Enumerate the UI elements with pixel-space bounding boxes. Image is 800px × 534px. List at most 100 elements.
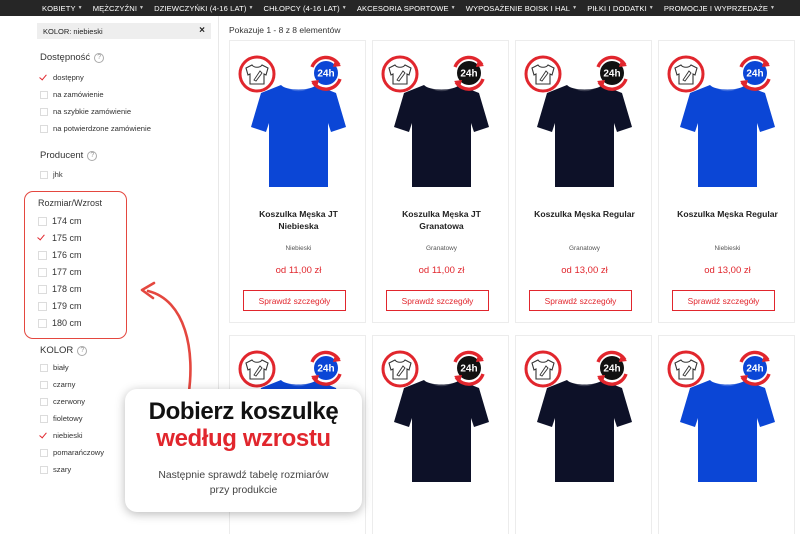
filter-option-label: pomarańczowy xyxy=(53,448,105,457)
callout-subtext-line-1: Następnie sprawdź tabelę rozmiarów xyxy=(158,470,329,481)
producer-title-text: Producent xyxy=(40,150,84,161)
checkbox-icon[interactable] xyxy=(40,107,48,116)
nav-item[interactable]: WYPOSAŻENIE BOISK I HAL ▼ xyxy=(466,4,577,13)
filter-option-label: szary xyxy=(53,465,72,474)
product-name[interactable]: Koszulka Męska Regular xyxy=(659,208,796,220)
delivery-24h-icon: 24h xyxy=(739,350,771,386)
checkbox-icon[interactable] xyxy=(38,267,47,277)
product-image[interactable]: 24h xyxy=(373,41,510,201)
checkbox-icon[interactable] xyxy=(40,170,48,179)
details-button[interactable]: Sprawdź szczegóły xyxy=(243,290,346,311)
filter-option[interactable]: na szybkie zamówienie xyxy=(40,107,131,116)
filter-option[interactable]: na potwierdzone zamówienie xyxy=(40,124,151,133)
product-name[interactable]: Koszulka Męska JT Granatowa xyxy=(373,208,510,232)
chevron-down-icon: ▼ xyxy=(77,5,83,11)
product-image[interactable]: 24h xyxy=(659,336,796,496)
filter-option[interactable]: pomarańczowy xyxy=(40,448,104,457)
filter-option[interactable]: niebieski xyxy=(40,431,83,440)
checkbox-icon[interactable] xyxy=(40,414,48,423)
product-card[interactable]: 24h xyxy=(515,335,652,534)
filter-option[interactable]: biały xyxy=(40,363,69,372)
filter-option[interactable]: czarny xyxy=(40,380,75,389)
filter-option[interactable]: jhk xyxy=(40,170,63,179)
product-card[interactable]: 24h Koszulka Męska Regular Niebieski od 13,… xyxy=(658,40,795,323)
filter-option[interactable]: 179 cm xyxy=(38,301,82,311)
nav-item[interactable]: DZIEWCZYŃKI (4-16 LAT) ▼ xyxy=(154,4,253,13)
checkbox-icon[interactable] xyxy=(40,380,48,389)
filter-option-label: fioletowy xyxy=(53,414,83,423)
filter-option[interactable]: szary xyxy=(40,465,71,474)
checkbox-checked-icon[interactable] xyxy=(40,73,48,82)
filter-option-label: niebieski xyxy=(53,431,83,440)
checkbox-icon[interactable] xyxy=(40,124,48,133)
size-filter-highlight xyxy=(24,191,127,339)
filter-option-label: 174 cm xyxy=(52,216,82,226)
nav-item[interactable]: PROMOCJE I WYPRZEDAŻE ▼ xyxy=(664,4,775,13)
product-image[interactable]: 24h xyxy=(373,336,510,496)
tshirt-print-icon xyxy=(524,55,562,93)
checkbox-icon[interactable] xyxy=(38,216,47,226)
badge-24h-label: 24h xyxy=(746,69,763,80)
product-card[interactable]: 24h Koszulka Męska JT Granatowa Granatowy o… xyxy=(372,40,509,323)
tshirt-image xyxy=(251,85,346,187)
filter-option[interactable]: 178 cm xyxy=(38,284,82,294)
checkbox-icon[interactable] xyxy=(38,250,47,260)
tshirt-print-icon xyxy=(238,350,276,388)
filter-option[interactable]: na zamówienie xyxy=(40,90,104,99)
delivery-24h-icon: 24h xyxy=(310,55,342,91)
details-button[interactable]: Sprawdź szczegóły xyxy=(529,290,632,311)
checkbox-icon[interactable] xyxy=(40,90,48,99)
checkbox-icon[interactable] xyxy=(40,363,48,372)
help-icon[interactable]: ? xyxy=(94,52,105,63)
remove-filter-icon[interactable]: × xyxy=(199,25,205,36)
product-image[interactable]: 24h xyxy=(516,41,653,201)
filter-option[interactable]: 174 cm xyxy=(38,216,82,226)
product-card[interactable]: 24h xyxy=(372,335,509,534)
checkbox-checked-icon[interactable] xyxy=(40,431,48,440)
checkbox-icon[interactable] xyxy=(38,284,47,294)
filter-option[interactable]: 180 cm xyxy=(38,318,82,328)
filter-option[interactable]: 175 cm xyxy=(38,233,82,243)
product-image[interactable]: 24h xyxy=(516,336,653,496)
availability-title-text: Dostępność xyxy=(40,52,91,63)
nav-item[interactable]: CHŁOPCY (4-16 LAT) ▼ xyxy=(264,4,347,13)
tshirt-image xyxy=(680,380,775,482)
producer-filter-title: Producent ? xyxy=(40,150,98,161)
product-card[interactable]: 24h Koszulka Męska Regular Granatowy od 13,… xyxy=(515,40,652,323)
filter-option[interactable]: czerwony xyxy=(40,397,85,406)
chevron-down-icon: ▼ xyxy=(248,5,254,11)
checkbox-checked-icon[interactable] xyxy=(38,233,47,243)
filter-option[interactable]: dostępny xyxy=(40,73,84,82)
nav-item[interactable]: KOBIETY ▼ xyxy=(42,4,83,13)
delivery-24h-icon: 24h xyxy=(453,350,485,386)
nav-item[interactable]: AKCESORIA SPORTOWE ▼ xyxy=(357,4,456,13)
details-button[interactable]: Sprawdź szczegóły xyxy=(386,290,489,311)
checkbox-icon[interactable] xyxy=(38,318,47,328)
callout-headline: Dobierz koszulkę xyxy=(148,398,339,425)
checkbox-icon[interactable] xyxy=(40,448,48,457)
checkbox-icon[interactable] xyxy=(40,465,48,474)
badge-24h-label: 24h xyxy=(746,364,763,375)
product-name[interactable]: Koszulka Męska Regular xyxy=(516,208,653,220)
filter-option-label: dostępny xyxy=(53,73,84,82)
checkbox-icon[interactable] xyxy=(40,397,48,406)
filter-option[interactable]: 177 cm xyxy=(38,267,82,277)
filter-option-label: biały xyxy=(53,363,69,372)
product-card[interactable]: 24h xyxy=(658,335,795,534)
help-icon[interactable]: ? xyxy=(87,150,98,161)
active-filter-chip: KOLOR: niebieski × xyxy=(37,23,211,39)
details-button[interactable]: Sprawdź szczegóły xyxy=(672,290,775,311)
checkbox-icon[interactable] xyxy=(38,301,47,311)
product-image[interactable]: 24h xyxy=(230,41,367,201)
product-card[interactable]: 24h Koszulka Męska JT Niebieska Niebieski o… xyxy=(229,40,366,323)
product-color: Granatowy xyxy=(569,245,600,252)
filter-option[interactable]: 176 cm xyxy=(38,250,82,260)
nav-item-label: PROMOCJE I WYPRZEDAŻE xyxy=(663,3,769,13)
filter-option[interactable]: fioletowy xyxy=(40,414,83,423)
nav-item[interactable]: PIŁKI I DODATKI ▼ xyxy=(587,4,654,13)
product-image[interactable]: 24h xyxy=(659,41,796,201)
product-name[interactable]: Koszulka Męska JT Niebieska xyxy=(230,208,367,232)
tshirt-print-icon xyxy=(238,55,276,93)
nav-item[interactable]: MĘŻCZYŹNI ▼ xyxy=(93,4,144,13)
help-icon[interactable]: ? xyxy=(77,345,88,356)
